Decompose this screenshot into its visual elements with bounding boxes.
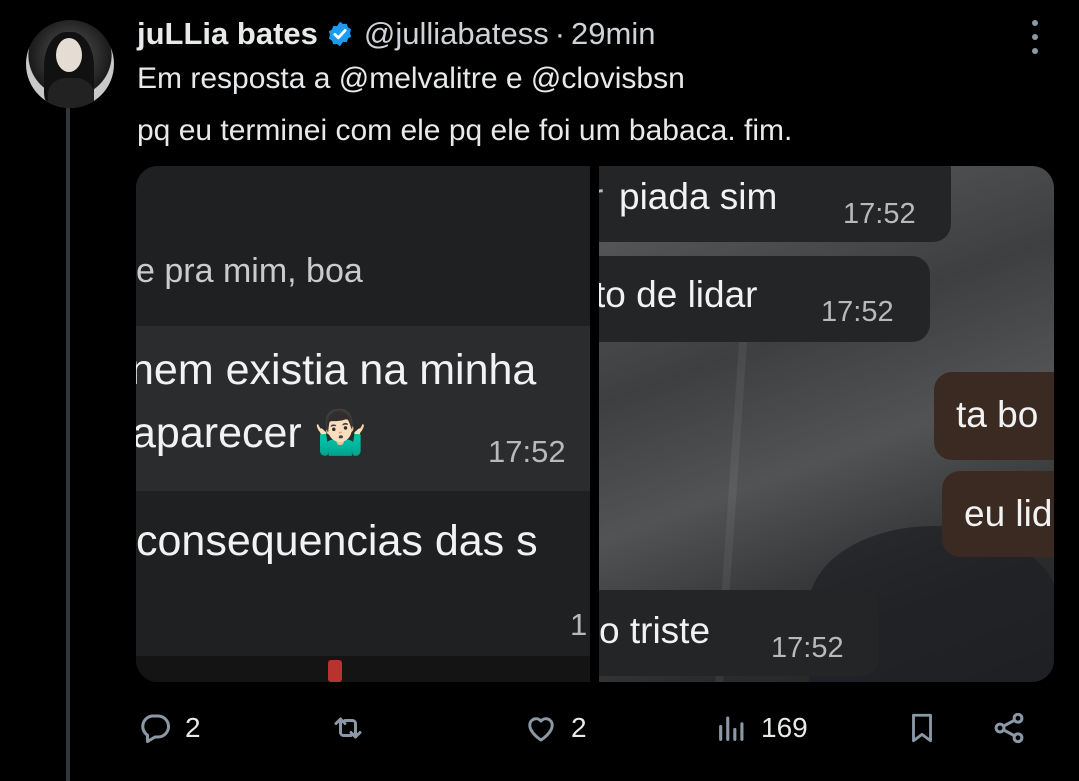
- avatar-face: [56, 38, 82, 72]
- chat-bubble-5: o triste 17:52: [599, 590, 879, 676]
- image-bottom-edge: [136, 656, 590, 682]
- chat-bubble-1-prefix: r: [599, 176, 603, 218]
- chat-bubble-2-text: to de lidar: [599, 274, 758, 315]
- chat-bubble-4: eu lid: [942, 471, 1054, 557]
- chat-bubble-3-text: ta bo: [956, 394, 1039, 435]
- chat-bubble-3: ta bo: [934, 372, 1054, 460]
- chat-bubble-5-time: 17:52: [771, 632, 844, 664]
- like-count: 2: [571, 712, 587, 743]
- retweet-icon: [334, 717, 362, 739]
- heart-icon: [528, 717, 554, 742]
- reply-button[interactable]: 2: [137, 706, 201, 750]
- views-icon: [719, 716, 744, 741]
- reply-icon: [141, 714, 170, 743]
- media-image-right[interactable]: r piada sim 17:52 to de lidar 17:52 ta b…: [599, 166, 1054, 682]
- tweet-actions: 2 2 169: [137, 706, 1037, 750]
- chat-message-2: consequencias das s 1: [136, 491, 590, 656]
- view-count: 169: [761, 712, 808, 743]
- reply-context[interactable]: Em resposta a @melvalitre e @clovisbsn: [137, 62, 685, 96]
- more-options-icon[interactable]: [1024, 20, 1046, 54]
- author-name[interactable]: juLLia bates: [137, 16, 318, 52]
- retweet-button[interactable]: [329, 706, 379, 750]
- tweet-text: pq eu terminei com ele pq ele foi um bab…: [137, 114, 793, 147]
- separator-dot: ·: [554, 16, 566, 51]
- bookmark-button[interactable]: [905, 706, 939, 750]
- author-handle[interactable]: @julliabatess: [364, 16, 549, 52]
- chat-bubble-2-time: 17:52: [821, 296, 894, 328]
- chat-bubble-1-time: 17:52: [843, 198, 916, 230]
- chat-message-1-time: 17:52: [488, 434, 566, 469]
- verified-badge-icon: [326, 20, 354, 48]
- chat-message-1: nem existia na minha aparecer 🤷🏻‍♂️ 17:5…: [136, 326, 590, 491]
- chat-message-1-line-2: aparecer 🤷🏻‍♂️: [136, 409, 368, 457]
- chat-bubble-1-text: piada sim: [619, 176, 778, 217]
- chat-bubble-4-text: eu lid: [964, 493, 1053, 534]
- media-image-left[interactable]: e pra mim, boa nem existia na minha apar…: [136, 166, 590, 682]
- tweet-header: juLLia bates @julliabatess · 29min: [137, 14, 655, 54]
- avatar[interactable]: [26, 20, 114, 108]
- avatar-body: [48, 78, 94, 108]
- chat-bubble-1: r piada sim 17:52: [599, 166, 951, 242]
- chat-text-partial: e pra mim, boa: [136, 252, 363, 290]
- red-object: [328, 660, 342, 682]
- chat-bubble-5-text: o triste: [599, 610, 711, 651]
- tweet-timestamp[interactable]: 29min: [571, 16, 655, 52]
- chat-message-2-time: 1: [570, 607, 588, 642]
- like-button[interactable]: 2: [523, 706, 587, 750]
- chat-area-top: e pra mim, boa: [136, 166, 590, 326]
- chat-bubble-2: to de lidar 17:52: [599, 256, 930, 342]
- share-icon: [994, 712, 1024, 744]
- chat-message-1-line-1: nem existia na minha: [136, 346, 537, 394]
- thread-line: [66, 108, 70, 781]
- bookmark-icon: [912, 713, 932, 743]
- chat-message-2-line-1: consequencias das s: [136, 517, 538, 565]
- tweet-media[interactable]: e pra mim, boa nem existia na minha apar…: [136, 166, 1054, 682]
- share-button[interactable]: [991, 706, 1027, 750]
- views-button[interactable]: 169: [715, 706, 808, 750]
- reply-count: 2: [185, 712, 201, 743]
